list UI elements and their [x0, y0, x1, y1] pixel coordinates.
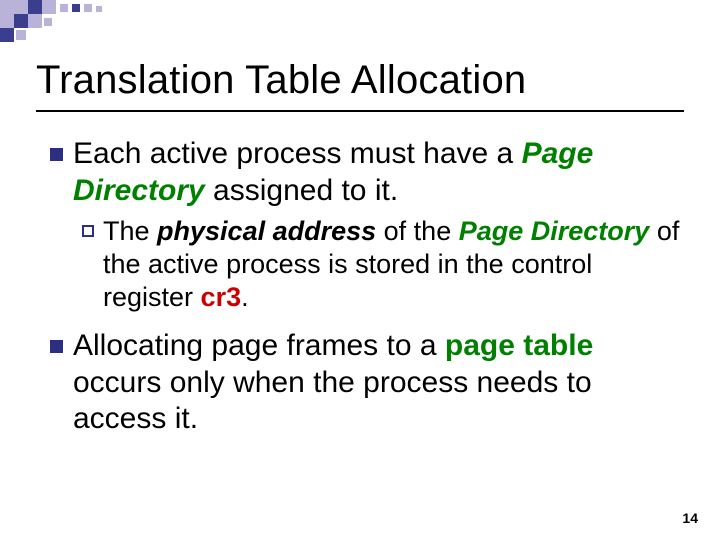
bullet-1: Each active process must have a Page Dir…: [50, 136, 680, 209]
b2-post: occurs only when the process needs to ac…: [73, 366, 592, 436]
bullet-1-text: Each active process must have a Page Dir…: [73, 136, 680, 209]
title-underline: [36, 110, 684, 112]
s1-t6: cr3: [201, 282, 242, 312]
bullet-2-text: Allocating page frames to a page table o…: [73, 328, 680, 438]
b1-pre: Each active process must have a: [73, 137, 522, 170]
hollow-square-icon: [82, 225, 94, 237]
bullet-square-icon: [50, 340, 63, 353]
page-number: 14: [682, 510, 698, 526]
slide-body: Each active process must have a Page Dir…: [50, 136, 680, 442]
slide-title: Translation Table Allocation: [36, 58, 526, 103]
sub-bullet-1: The physical address of the Page Directo…: [82, 215, 680, 314]
s1-t4: Page Directory: [459, 216, 650, 246]
s1-t2: physical address: [157, 216, 376, 246]
s1-t3: of the: [376, 216, 459, 246]
bullet-square-icon: [50, 148, 63, 161]
bullet-2: Allocating page frames to a page table o…: [50, 328, 680, 438]
sub-bullet-1-text: The physical address of the Page Directo…: [103, 215, 680, 314]
b2-pre: Allocating page frames to a: [73, 329, 445, 362]
s1-t7: .: [241, 282, 249, 312]
b2-em: page table: [445, 329, 593, 362]
s1-t1: The: [103, 216, 157, 246]
corner-decoration: [0, 0, 180, 40]
b1-post: assigned to it.: [205, 174, 398, 207]
